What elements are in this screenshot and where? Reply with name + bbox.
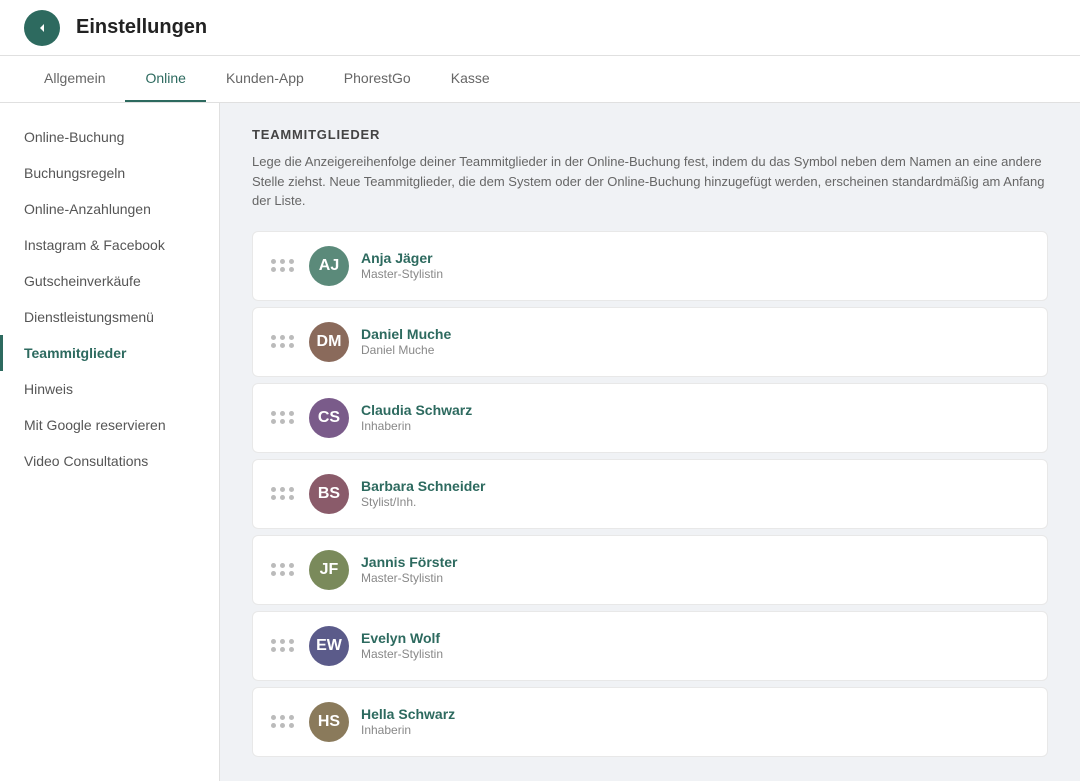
drag-handle[interactable] xyxy=(269,713,297,730)
member-name: Hella Schwarz xyxy=(361,706,1031,722)
tab-kasse[interactable]: Kasse xyxy=(431,56,510,102)
drag-handle[interactable] xyxy=(269,561,297,578)
member-info: Daniel Muche Daniel Muche xyxy=(361,326,1031,357)
member-info: Hella Schwarz Inhaberin xyxy=(361,706,1031,737)
member-role: Daniel Muche xyxy=(361,343,1031,357)
avatar: DM xyxy=(309,322,349,362)
drag-handle[interactable] xyxy=(269,257,297,274)
sidebar-item-buchungsregeln[interactable]: Buchungsregeln xyxy=(0,155,219,191)
sidebar-item-online-anzahlungen[interactable]: Online-Anzahlungen xyxy=(0,191,219,227)
avatar: HS xyxy=(309,702,349,742)
page-title: Einstellungen xyxy=(76,16,207,39)
member-name: Evelyn Wolf xyxy=(361,630,1031,646)
avatar: BS xyxy=(309,474,349,514)
table-row: CS Claudia Schwarz Inhaberin xyxy=(252,383,1048,453)
table-row: HS Hella Schwarz Inhaberin xyxy=(252,687,1048,757)
member-role: Master-Stylistin xyxy=(361,267,1031,281)
avatar: JF xyxy=(309,550,349,590)
drag-handle[interactable] xyxy=(269,333,297,350)
sidebar-item-video-consultations[interactable]: Video Consultations xyxy=(0,443,219,479)
section-title: TEAMMITGLIEDER xyxy=(252,127,1048,142)
member-role: Master-Stylistin xyxy=(361,571,1031,585)
member-info: Evelyn Wolf Master-Stylistin xyxy=(361,630,1031,661)
main-content: TEAMMITGLIEDER Lege die Anzeigereihenfol… xyxy=(220,103,1080,781)
member-info: Anja Jäger Master-Stylistin xyxy=(361,250,1031,281)
drag-handle[interactable] xyxy=(269,485,297,502)
tab-online[interactable]: Online xyxy=(125,56,205,102)
section-description: Lege die Anzeigereihenfolge deiner Teamm… xyxy=(252,152,1048,211)
member-role: Master-Stylistin xyxy=(361,647,1031,661)
sidebar-item-instagram-facebook[interactable]: Instagram & Facebook xyxy=(0,227,219,263)
sidebar: Online-Buchung Buchungsregeln Online-Anz… xyxy=(0,103,220,781)
avatar: CS xyxy=(309,398,349,438)
sidebar-item-dienstleistungsmenu[interactable]: Dienstleistungsmenü xyxy=(0,299,219,335)
content-area: Online-Buchung Buchungsregeln Online-Anz… xyxy=(0,103,1080,781)
sidebar-item-teammitglieder[interactable]: Teammitglieder xyxy=(0,335,219,371)
drag-handle[interactable] xyxy=(269,409,297,426)
back-button[interactable] xyxy=(24,10,60,46)
header: Einstellungen xyxy=(0,0,1080,56)
team-list: AJ Anja Jäger Master-Stylistin DM Daniel… xyxy=(252,231,1048,757)
tabs-bar: Allgemein Online Kunden-App PhorestGo Ka… xyxy=(0,56,1080,103)
tab-kunden-app[interactable]: Kunden-App xyxy=(206,56,324,102)
member-name: Barbara Schneider xyxy=(361,478,1031,494)
table-row: BS Barbara Schneider Stylist/Inh. xyxy=(252,459,1048,529)
member-name: Claudia Schwarz xyxy=(361,402,1031,418)
sidebar-item-gutscheinverkaufe[interactable]: Gutscheinverkäufe xyxy=(0,263,219,299)
tab-phorestgo[interactable]: PhorestGo xyxy=(324,56,431,102)
sidebar-item-mit-google-reservieren[interactable]: Mit Google reservieren xyxy=(0,407,219,443)
member-role: Stylist/Inh. xyxy=(361,495,1031,509)
drag-handle[interactable] xyxy=(269,637,297,654)
avatar: EW xyxy=(309,626,349,666)
member-name: Anja Jäger xyxy=(361,250,1031,266)
table-row: AJ Anja Jäger Master-Stylistin xyxy=(252,231,1048,301)
member-name: Daniel Muche xyxy=(361,326,1031,342)
tab-allgemein[interactable]: Allgemein xyxy=(24,56,125,102)
avatar: AJ xyxy=(309,246,349,286)
table-row: DM Daniel Muche Daniel Muche xyxy=(252,307,1048,377)
member-info: Jannis Förster Master-Stylistin xyxy=(361,554,1031,585)
member-info: Barbara Schneider Stylist/Inh. xyxy=(361,478,1031,509)
table-row: EW Evelyn Wolf Master-Stylistin xyxy=(252,611,1048,681)
member-name: Jannis Förster xyxy=(361,554,1031,570)
member-role: Inhaberin xyxy=(361,419,1031,433)
member-info: Claudia Schwarz Inhaberin xyxy=(361,402,1031,433)
sidebar-item-hinweis[interactable]: Hinweis xyxy=(0,371,219,407)
sidebar-item-online-buchung[interactable]: Online-Buchung xyxy=(0,119,219,155)
member-role: Inhaberin xyxy=(361,723,1031,737)
table-row: JF Jannis Förster Master-Stylistin xyxy=(252,535,1048,605)
